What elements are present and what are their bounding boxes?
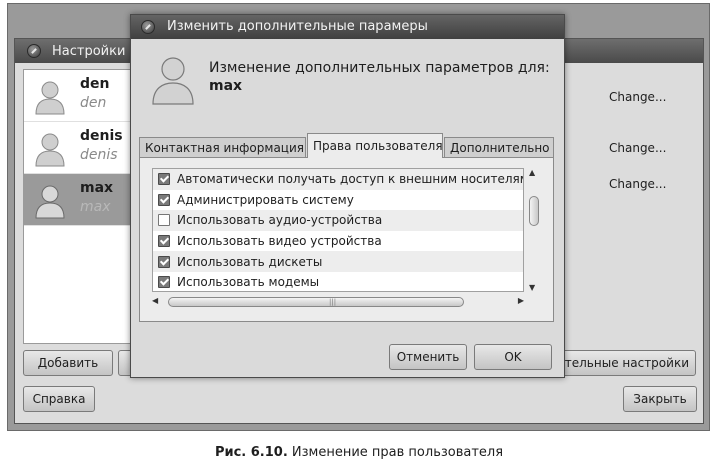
- dialog-titlebar: Изменить дополнительные парамеры: [131, 15, 564, 39]
- user-login: den: [80, 95, 107, 111]
- list-item[interactable]: Использовать видео устройства: [153, 231, 523, 252]
- close-icon[interactable]: [141, 20, 155, 34]
- list-item[interactable]: Использовать дискеты: [153, 251, 523, 272]
- user-name: denis: [80, 128, 123, 144]
- user-name: max: [80, 180, 114, 196]
- add-user-button[interactable]: Добавить: [23, 350, 113, 376]
- user-row-den[interactable]: den den: [24, 70, 134, 122]
- permission-label: Использовать модемы: [177, 275, 320, 290]
- figure-caption: Рис. 6.10. Изменение прав пользователя: [0, 445, 718, 460]
- scroll-thumb[interactable]: |||: [168, 297, 464, 307]
- permission-label: Администрировать систему: [177, 192, 354, 207]
- dialog-title: Изменить дополнительные парамеры: [167, 19, 428, 34]
- figure-label: Рис. 6.10.: [214, 445, 288, 460]
- grip-icon: |||: [329, 298, 337, 306]
- permission-label: Использовать аудио-устройства: [177, 213, 383, 228]
- horizontal-scrollbar[interactable]: ◀ ||| ▶: [152, 296, 524, 308]
- permissions-list[interactable]: Автоматически получать доступ к внешним …: [152, 168, 524, 292]
- user-rights-panel: Автоматически получать доступ к внешним …: [139, 157, 554, 322]
- tab-advanced[interactable]: Дополнительно: [444, 137, 554, 157]
- user-avatar-icon: [152, 57, 194, 105]
- close-icon[interactable]: [27, 44, 41, 58]
- scroll-right-icon[interactable]: ▶: [518, 296, 524, 305]
- dialog-heading: Изменение дополнительных параметров для:…: [209, 59, 550, 95]
- scroll-down-icon[interactable]: ▼: [529, 283, 535, 292]
- user-login: denis: [80, 147, 118, 163]
- list-item[interactable]: Использовать аудио-устройства: [153, 210, 523, 231]
- user-list[interactable]: den den denis denis max max: [23, 69, 135, 344]
- user-avatar-icon: [35, 81, 65, 115]
- list-item[interactable]: Автоматически получать доступ к внешним …: [153, 169, 523, 190]
- tab-user-rights[interactable]: Права пользователя: [307, 133, 443, 158]
- tab-bar: Контактная информация Права пользователя…: [139, 133, 554, 158]
- ok-button[interactable]: OK: [474, 344, 552, 370]
- change-button-den[interactable]: Change...: [609, 90, 666, 104]
- user-login: max: [80, 199, 111, 215]
- list-item[interactable]: Использовать модемы: [153, 272, 523, 291]
- screenshot: Настройки den den denis denis max max Ch…: [7, 3, 710, 431]
- user-row-denis[interactable]: denis denis: [24, 122, 134, 174]
- settings-window-title: Настройки: [52, 44, 126, 59]
- user-avatar-icon: [35, 185, 65, 219]
- user-row-max[interactable]: max max: [24, 174, 134, 226]
- dialog-heading-text: Изменение дополнительных параметров для:: [209, 60, 550, 76]
- change-button-denis[interactable]: Change...: [609, 141, 666, 155]
- permission-checkbox[interactable]: [158, 276, 170, 289]
- permission-checkbox[interactable]: [158, 235, 170, 248]
- permission-checkbox[interactable]: [158, 173, 170, 186]
- scroll-left-icon[interactable]: ◀: [152, 296, 158, 305]
- help-button[interactable]: Справка: [23, 386, 95, 412]
- tab-contact-info[interactable]: Контактная информация: [139, 137, 306, 157]
- edit-advanced-params-dialog: Изменить дополнительные парамеры Изменен…: [130, 14, 565, 378]
- permission-checkbox[interactable]: [158, 193, 170, 206]
- dialog-heading-user: max: [209, 78, 243, 94]
- close-button[interactable]: Закрыть: [623, 386, 697, 412]
- permission-checkbox[interactable]: [158, 255, 170, 268]
- scroll-up-icon[interactable]: ▲: [529, 168, 535, 177]
- permission-label: Использовать видео устройства: [177, 234, 382, 249]
- user-avatar-icon: [35, 133, 65, 167]
- change-button-max[interactable]: Change...: [609, 177, 666, 191]
- permission-label: Автоматически получать доступ к внешним …: [177, 172, 524, 187]
- permission-checkbox[interactable]: [158, 214, 170, 227]
- user-name: den: [80, 76, 110, 92]
- scroll-thumb[interactable]: [529, 196, 539, 226]
- cancel-button[interactable]: Отменить: [389, 344, 467, 370]
- figure-text: Изменение прав пользователя: [291, 445, 504, 460]
- permission-label: Использовать дискеты: [177, 254, 323, 269]
- vertical-scrollbar[interactable]: ▲ ▼: [528, 168, 540, 292]
- advanced-settings-button[interactable]: тельные настройки: [560, 350, 696, 376]
- list-item[interactable]: Администрировать систему: [153, 190, 523, 211]
